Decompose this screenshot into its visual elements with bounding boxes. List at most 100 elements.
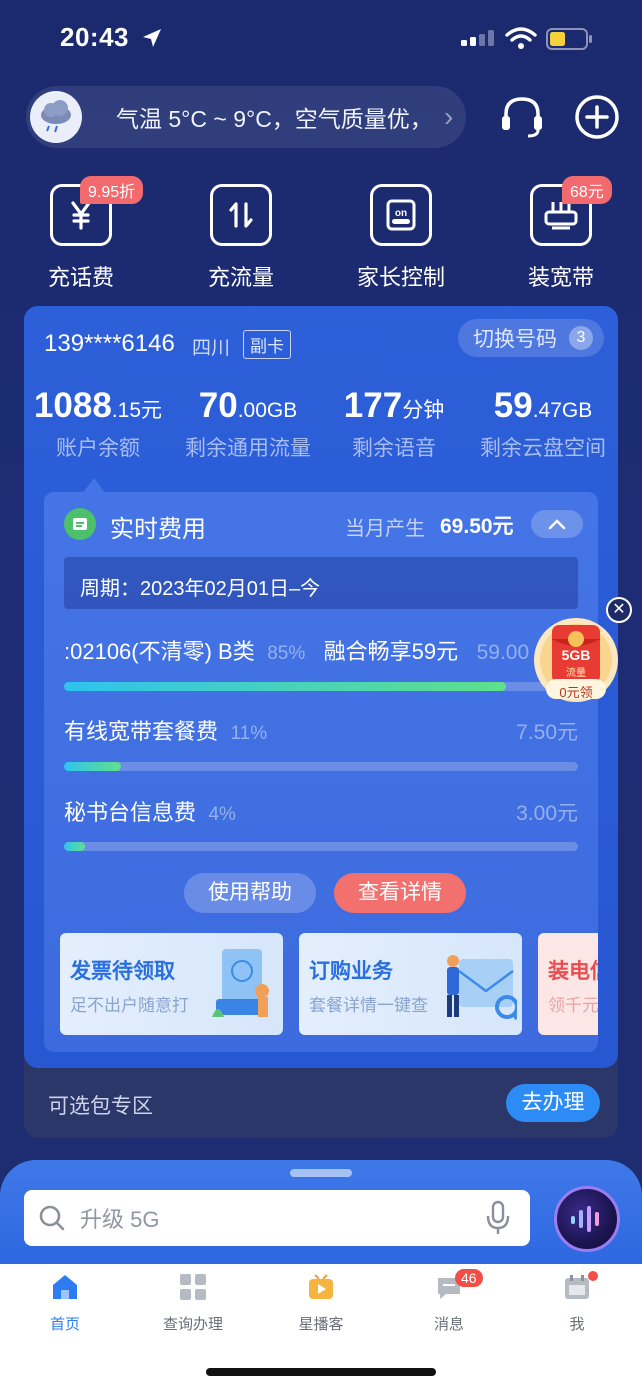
grid-icon: [180, 1274, 206, 1300]
stat-decimal: .00: [237, 399, 267, 422]
stat-unit: GB: [266, 399, 298, 422]
view-details-button[interactable]: 查看详情: [334, 873, 466, 913]
promo-subtitle: 套餐详情一键查: [309, 996, 428, 1015]
free-data-red-envelope[interactable]: 5GB 流量 0元领: [530, 617, 622, 703]
secondary-card-tag: 副卡: [243, 330, 291, 359]
usage-help-button[interactable]: 使用帮助: [184, 873, 316, 913]
discount-badge: 9.95折: [80, 176, 144, 204]
home-icon: [53, 1275, 77, 1299]
fee-row[interactable]: 秘书台信息费 4%: [64, 795, 236, 827]
quick-action-label: 充话费: [47, 265, 114, 290]
stat-value: 70: [198, 386, 238, 425]
parental-control-icon: on: [370, 184, 432, 246]
envelope-sub: 流量: [566, 668, 586, 679]
tab-me[interactable]: 我: [532, 1272, 622, 1334]
weather-text: 气温 5°C ~ 9°C，空气质量优，: [116, 106, 433, 132]
promo-subtitle: 领千元: [548, 996, 598, 1015]
envelope-claim: 0元领: [559, 685, 593, 700]
fee-progress-fill: [64, 842, 85, 851]
tab-label: 查询办理: [162, 1316, 223, 1333]
fee-progress-track: [64, 682, 578, 691]
bill-icon: [64, 508, 96, 540]
status-time: 20:43: [60, 22, 129, 52]
home-indicator: [206, 1368, 436, 1376]
notification-dot: [588, 1271, 598, 1281]
fee-item-percent: 85%: [267, 643, 306, 664]
promo-install-telecom[interactable]: 装电信 领千元: [538, 933, 598, 1035]
stat-decimal: .47: [532, 399, 562, 422]
parental-control-button[interactable]: on 家长控制: [346, 184, 456, 292]
sound-wave-icon: [571, 1206, 599, 1232]
promo-title: 订购业务: [309, 960, 393, 983]
price-badge: 68元: [562, 176, 612, 204]
stat-value: 1088: [33, 386, 112, 425]
fee-item-amount: 3.00元: [516, 802, 578, 825]
location-arrow-icon: [143, 29, 161, 47]
search-input[interactable]: 升级 5G: [24, 1190, 530, 1246]
stat-value: 59: [493, 386, 533, 425]
invoice-illustration-icon: [212, 949, 269, 1017]
tab-query[interactable]: 查询办理: [148, 1272, 238, 1334]
weather-bar[interactable]: 气温 5°C ~ 9°C，空气质量优， ›: [26, 86, 466, 148]
balance-stat[interactable]: 1088.15元 账户余额: [30, 386, 166, 462]
order-illustration-icon: [447, 955, 517, 1021]
promo-order-service[interactable]: 订购业务 套餐详情一键查: [299, 933, 522, 1035]
voice-assistant-button[interactable]: [554, 1186, 620, 1252]
add-icon[interactable]: [574, 94, 620, 140]
phone-number: 139****6146: [44, 330, 175, 357]
tab-label: 首页: [49, 1316, 80, 1333]
stat-label: 账户余额: [56, 437, 140, 460]
wifi-icon: [505, 27, 537, 49]
voice-stat[interactable]: 177分钟 剩余语音: [334, 386, 454, 462]
fee-row[interactable]: 有线宽带套餐费 11%: [64, 714, 267, 746]
promo-invoice[interactable]: 发票待领取 足不出户随意打: [60, 933, 283, 1035]
chevron-right-icon: ›: [444, 101, 454, 132]
fee-progress-fill: [64, 762, 121, 771]
fee-item-percent: 11%: [230, 723, 268, 744]
stat-unit: 分钟: [402, 399, 445, 422]
number-count-badge: 3: [569, 326, 593, 350]
stat-unit: GB: [561, 399, 593, 422]
search-icon: [39, 1205, 65, 1231]
fee-item-name: :02106(不清零) B类: [64, 639, 255, 664]
promo-title: 发票待领取: [70, 960, 175, 983]
stat-label: 剩余通用流量: [185, 437, 311, 460]
drag-handle[interactable]: [290, 1169, 352, 1177]
promo-subtitle: 足不出户随意打: [70, 996, 189, 1015]
quick-action-label: 装宽带: [527, 265, 594, 290]
tab-label: 星播客: [298, 1316, 344, 1333]
stat-label: 剩余语音: [352, 437, 436, 460]
go-handle-button[interactable]: 去办理: [506, 1084, 600, 1122]
fee-item-name: 秘书台信息费: [64, 800, 197, 825]
stat-label: 剩余云盘空间: [480, 437, 606, 460]
data-stat[interactable]: 70.00GB 剩余通用流量: [178, 386, 318, 462]
province-label: 四川: [192, 338, 231, 359]
month-label: 当月产生: [345, 518, 425, 540]
tab-label: 消息: [433, 1316, 464, 1333]
tv-play-icon: [309, 1274, 333, 1299]
tab-label: 我: [569, 1316, 585, 1333]
billing-period: 周期：2023年02月01日–今: [80, 578, 321, 600]
envelope-gb: 5GB: [561, 647, 591, 663]
microphone-icon[interactable]: [484, 1200, 512, 1236]
fee-title: 实时费用: [110, 516, 206, 543]
rain-cloud-icon: [30, 91, 82, 143]
collapse-button[interactable]: [531, 510, 583, 538]
fee-progress-track: [64, 762, 578, 771]
search-placeholder: 升级 5G: [80, 1207, 160, 1232]
customer-service-icon[interactable]: [498, 94, 546, 140]
recharge-data-button[interactable]: 充流量: [186, 184, 296, 292]
promo-title: 装电信: [548, 960, 598, 983]
fee-row[interactable]: :02106(不清零) B类 85% 融合畅享59元 59.00元: [64, 634, 530, 666]
data-transfer-icon: [210, 184, 272, 246]
fee-item-amount: 59.00元: [476, 641, 530, 664]
quick-action-label: 充流量: [207, 265, 274, 290]
tab-home[interactable]: 首页: [20, 1272, 110, 1334]
switch-number-button[interactable]: 切换号码 3: [458, 319, 604, 357]
switch-number-label: 切换号码: [473, 328, 557, 351]
cloud-storage-stat[interactable]: 59.47GB 剩余云盘空间: [472, 386, 614, 462]
quick-action-label: 家长控制: [356, 265, 445, 290]
optional-package-label: 可选包专区: [48, 1095, 153, 1118]
tab-star-podcast[interactable]: 星播客: [276, 1272, 366, 1334]
fee-item-percent: 4%: [208, 804, 236, 825]
